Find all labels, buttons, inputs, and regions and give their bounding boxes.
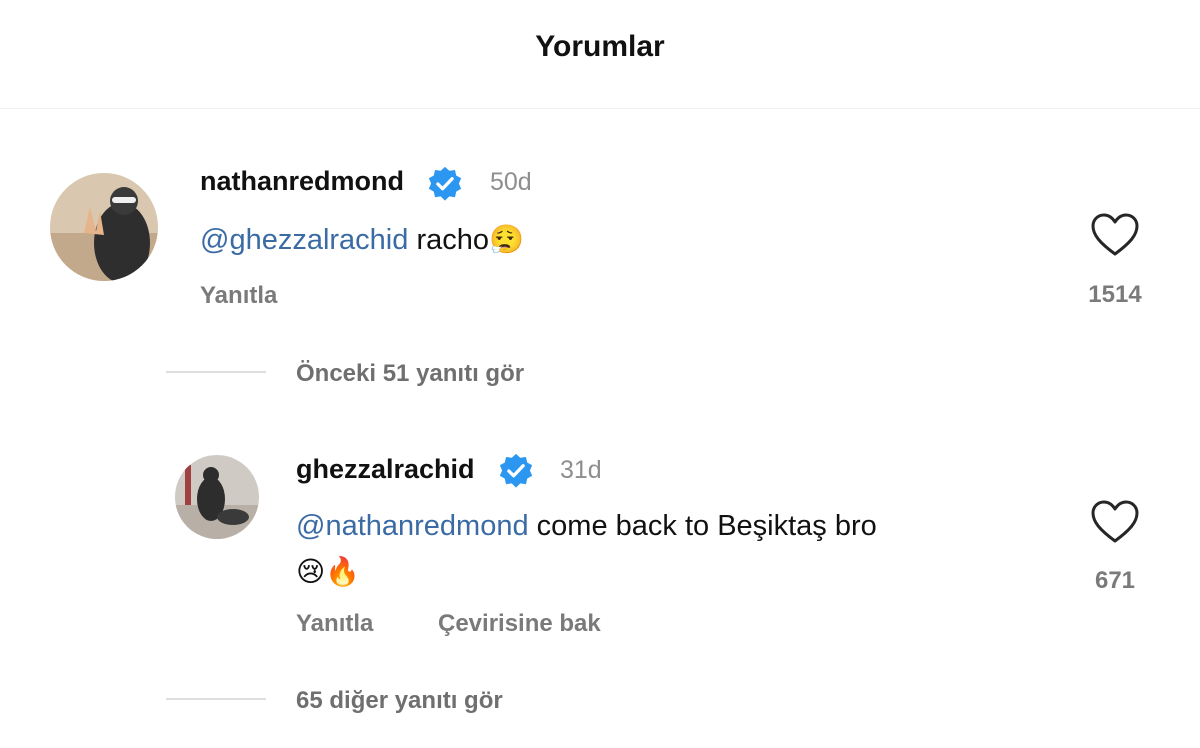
verified-icon — [499, 453, 533, 488]
header: Yorumlar — [0, 0, 1200, 109]
avatar[interactable] — [175, 455, 259, 539]
comment-username[interactable]: ghezzalrachid — [296, 454, 475, 485]
divider-line — [166, 371, 266, 373]
see-translation-button[interactable]: Çevirisine bak — [438, 610, 601, 638]
page-title: Yorumlar — [535, 30, 665, 63]
heart-outline-icon[interactable] — [1090, 499, 1140, 545]
mention-link[interactable]: @ghezzalrachid — [200, 224, 408, 256]
emoji-group: 😢🔥 — [296, 556, 361, 587]
comment-body: racho — [408, 224, 489, 256]
comment-text: @nathanredmond come back to Beşiktaş bro… — [296, 503, 1056, 595]
like-count: 1514 — [1088, 281, 1142, 308]
verified-icon — [428, 166, 462, 201]
mention-link[interactable]: @nathanredmond — [296, 510, 529, 542]
comment-text: @ghezzalrachid racho😮‍💨 — [200, 217, 524, 263]
avatar[interactable] — [50, 173, 158, 281]
comment-username[interactable]: nathanredmond — [200, 166, 404, 197]
comment-body: come back to Beşiktaş bro — [528, 510, 877, 542]
heart-outline-icon[interactable] — [1090, 212, 1140, 258]
like-count: 671 — [1094, 567, 1136, 594]
comment-time: 31d — [560, 456, 602, 484]
reply-button[interactable]: Yanıtla — [200, 282, 277, 310]
reply-button[interactable]: Yanıtla — [296, 610, 373, 638]
divider-line — [166, 698, 266, 700]
comment-time: 50d — [490, 168, 532, 196]
view-previous-replies[interactable]: Önceki 51 yanıtı gör — [296, 360, 524, 388]
exhale-emoji: 😮‍💨 — [489, 224, 524, 255]
view-more-replies[interactable]: 65 diğer yanıtı gör — [296, 687, 503, 715]
